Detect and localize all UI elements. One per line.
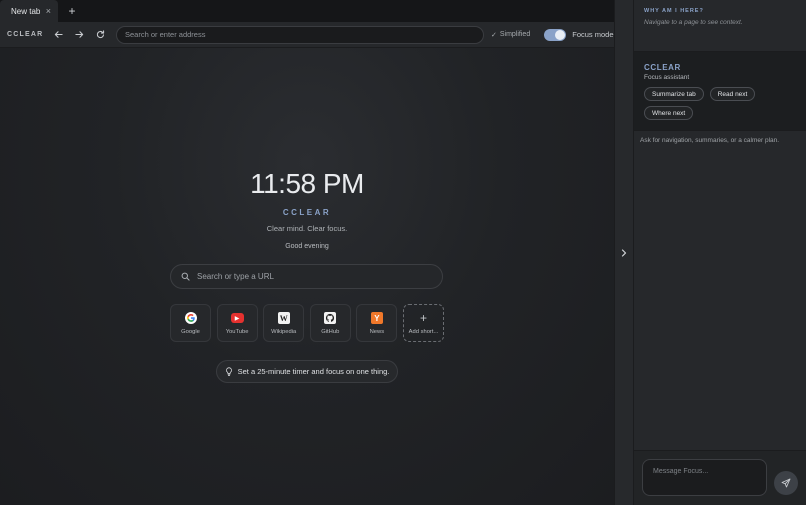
plus-icon: + [419,311,427,325]
context-text: Navigate to a page to see context. [644,19,743,26]
new-tab-page: 11:58 PM CCLEAR Clear mind. Clear focus.… [0,48,614,505]
wikipedia-icon: W [277,312,290,324]
ntp-brand: CCLEAR [282,208,332,217]
shortcut-label: YouTube [225,329,249,335]
panel-splitter[interactable] [614,0,634,505]
toolbar-brand: CCLEAR [7,31,44,38]
where-next-chip[interactable]: Where next [644,106,694,120]
tagline: Clear mind. Clear focus. [266,224,348,233]
chevron-right-icon [621,248,627,257]
github-icon [324,312,337,324]
assistant-section: CCLEAR Focus assistant Summarize tab Rea… [634,52,806,131]
assistant-name: CCLEAR [644,63,681,72]
shortcut-label: Google [181,329,200,335]
address-bar[interactable]: Search or enter address [116,25,484,44]
shortcut-github[interactable]: GitHub [309,304,351,342]
assistant-subtitle: Focus assistant [644,74,690,81]
shortcut-label: Add short... [408,329,439,335]
check-icon: ✓ [491,31,497,39]
context-section: WHY AM I HERE? Navigate to a page to see… [634,0,806,52]
shortcut-label: Wikipedia [271,329,297,335]
clock: 11:58 PM [250,168,364,199]
forward-button[interactable] [71,27,87,43]
greeting: Good evening [285,243,329,250]
reload-icon [96,30,104,39]
simplified-label: Simplified [499,31,531,38]
new-tab-button[interactable]: + [59,0,85,22]
arrow-left-icon [54,31,63,38]
focus-tip-text: Set a 25-minute timer and focus on one t… [237,367,390,376]
hacker-news-icon: Y [370,312,383,324]
google-icon [184,312,197,324]
arrow-right-icon [74,31,83,38]
message-input[interactable]: Message Focus... [642,459,767,496]
focus-side-panel: WHY AM I HERE? Navigate to a page to see… [634,0,806,505]
send-icon [781,478,791,488]
message-composer: Message Focus... [634,450,806,505]
tab-title: New tab [11,6,41,16]
send-button[interactable] [774,471,798,495]
shortcut-wikipedia[interactable]: W Wikipedia [263,304,305,342]
focus-mode-toggle[interactable] [544,28,567,41]
tab-strip: New tab × + [0,0,614,22]
simplified-indicator[interactable]: ✓ Simplified [491,31,530,39]
shortcut-news[interactable]: Y News [356,304,398,342]
ntp-search-input[interactable]: Search or type a URL [170,264,443,289]
shortcut-google[interactable]: Google [170,304,211,342]
focus-mode-label: Focus mode [572,30,614,39]
shortcut-youtube[interactable]: ▶ YouTube [216,304,258,342]
focus-tip-button[interactable]: Set a 25-minute timer and focus on one t… [216,360,398,383]
shortcut-label: News [369,329,385,335]
lightbulb-icon [225,367,232,376]
chat-hint: Ask for navigation, summaries, or a calm… [640,137,780,144]
read-next-chip[interactable]: Read next [709,87,756,101]
quick-actions: Summarize tab Read next Where next [644,87,794,125]
youtube-icon: ▶ [230,313,244,323]
browser-toolbar: CCLEAR Search or enter address ✓ Simplif… [0,22,614,48]
add-shortcut-button[interactable]: + Add short... [402,304,444,342]
back-button[interactable] [50,27,66,43]
summarize-tab-chip[interactable]: Summarize tab [644,87,704,101]
context-title: WHY AM I HERE? [644,8,704,14]
tab-close-icon[interactable]: × [46,6,51,16]
tab-new-tab[interactable]: New tab × [0,0,58,22]
search-icon [181,272,190,281]
shortcut-grid: Google ▶ YouTube W Wikipedia GitHub Y Ne… [170,304,444,343]
reload-button[interactable] [92,27,108,43]
shortcut-label: GitHub [321,329,340,335]
ntp-search-placeholder: Search or type a URL [197,272,274,281]
